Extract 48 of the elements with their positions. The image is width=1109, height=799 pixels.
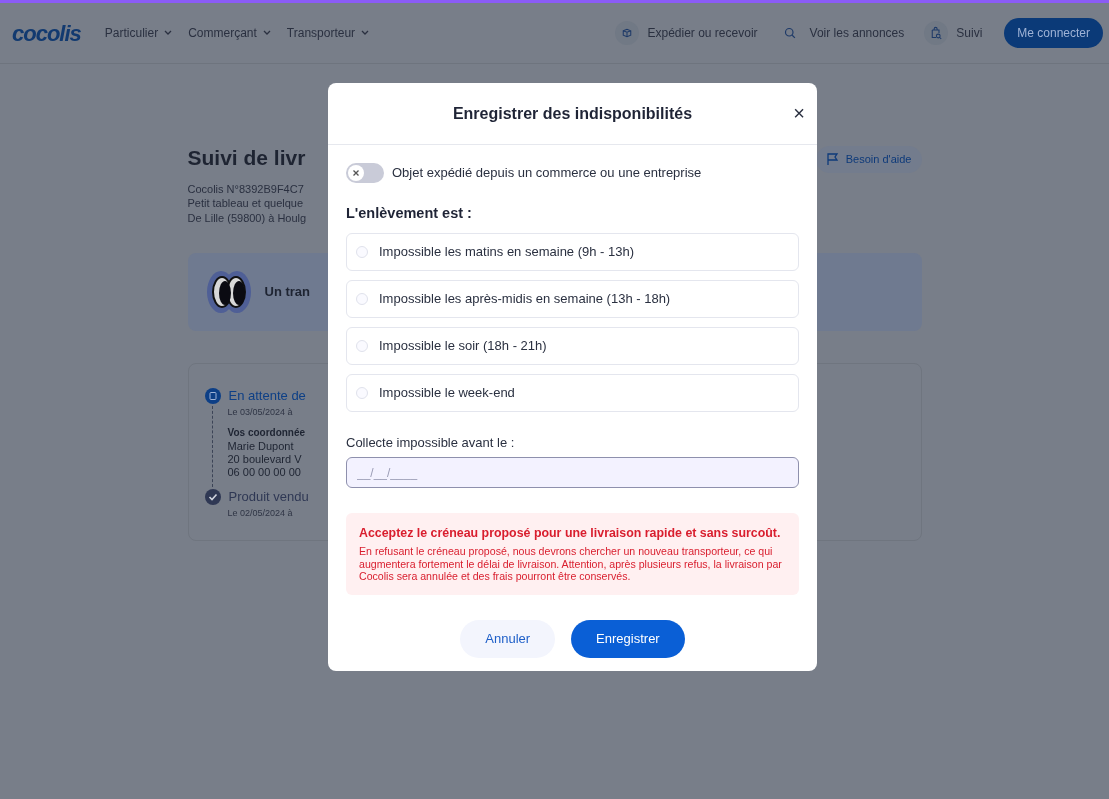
nav-menu[interactable]: Transporteur xyxy=(278,24,378,42)
details-line: 20 boulevard V xyxy=(227,453,302,466)
nav-link[interactable]: Suivi xyxy=(918,21,989,45)
radio-button[interactable] xyxy=(356,292,368,305)
timeline-title: En attente de xyxy=(228,387,306,405)
radio-option[interactable]: Impossible le soir (18h - 21h) xyxy=(346,326,799,365)
page-title: Suivi de livr xyxy=(187,145,306,171)
login-button[interactable]: Me connecter xyxy=(1004,18,1103,48)
save-button[interactable]: Enregistrer xyxy=(571,619,685,658)
details-line: 06 00 00 00 00 xyxy=(227,466,301,479)
date-field[interactable]: __/__/____ xyxy=(346,457,799,489)
nav-menu[interactable]: Particulier xyxy=(96,24,181,42)
field-label: Collecte impossible avant le : xyxy=(346,433,516,452)
radio-button[interactable] xyxy=(356,339,368,352)
radio-button[interactable] xyxy=(356,386,368,399)
close-icon xyxy=(352,169,360,177)
alert-title: Acceptez le créneau proposé pour une livraison rapide et sans surcoût. xyxy=(359,525,782,543)
bag-search-icon xyxy=(924,21,949,45)
info-line: Petit tableau et quelque xyxy=(187,196,304,211)
alert-text: En refusant le créneau proposé, nous devrons chercher un nouveau transporteur, ce qui augmentera fortement le délai de livraison. Attention, après plusieurs refus, la livraison par Cocolis sera annulée et des frais pourront être conservés. xyxy=(359,544,783,583)
timeline-title: Produit vendu xyxy=(228,488,309,506)
nav-link[interactable]: Expédier ou recevoir xyxy=(609,21,764,45)
details-heading: Vos coordonnée xyxy=(227,426,306,440)
close-button[interactable]: × xyxy=(791,101,807,125)
chevron-down-icon xyxy=(262,30,271,36)
toggle-label: Objet expédié depuis un commerce ou une entreprise xyxy=(392,164,702,183)
cancel-button[interactable]: Annuler xyxy=(460,619,556,658)
section-label: L'enlèvement est : xyxy=(346,204,473,223)
info-line: De Lille (59800) à Houlg xyxy=(187,210,307,225)
radio-option[interactable]: Impossible les matins en semaine (9h - 13h) xyxy=(346,232,799,271)
timeline-date: Le 03/05/2024 à xyxy=(227,405,293,419)
radio-option[interactable]: Impossible les après-midis en semaine (13h - 18h) xyxy=(346,279,799,318)
details-line: Marie Dupont xyxy=(227,440,294,453)
radio-option[interactable]: Impossible le week-end xyxy=(346,373,799,412)
package-icon xyxy=(615,21,640,45)
toggle-switch[interactable] xyxy=(346,163,384,183)
chevron-down-icon xyxy=(164,30,173,36)
info-line: Cocolis N°8392B9F4C7 xyxy=(187,181,304,196)
eyes-icon xyxy=(204,268,253,316)
nav-link[interactable]: Voir les annonces xyxy=(771,21,911,45)
banner-text: Un tran xyxy=(264,283,310,302)
chevron-down-icon xyxy=(361,30,370,36)
modal-title: Enregistrer des indisponibilités xyxy=(452,103,693,124)
nav-menu[interactable]: Commerçant xyxy=(180,24,279,42)
timeline-date: Le 02/05/2024 à xyxy=(227,506,293,520)
radio-button[interactable] xyxy=(356,245,368,258)
flag-icon xyxy=(825,152,840,167)
cocolis-logo[interactable]: cocolis xyxy=(12,16,81,50)
